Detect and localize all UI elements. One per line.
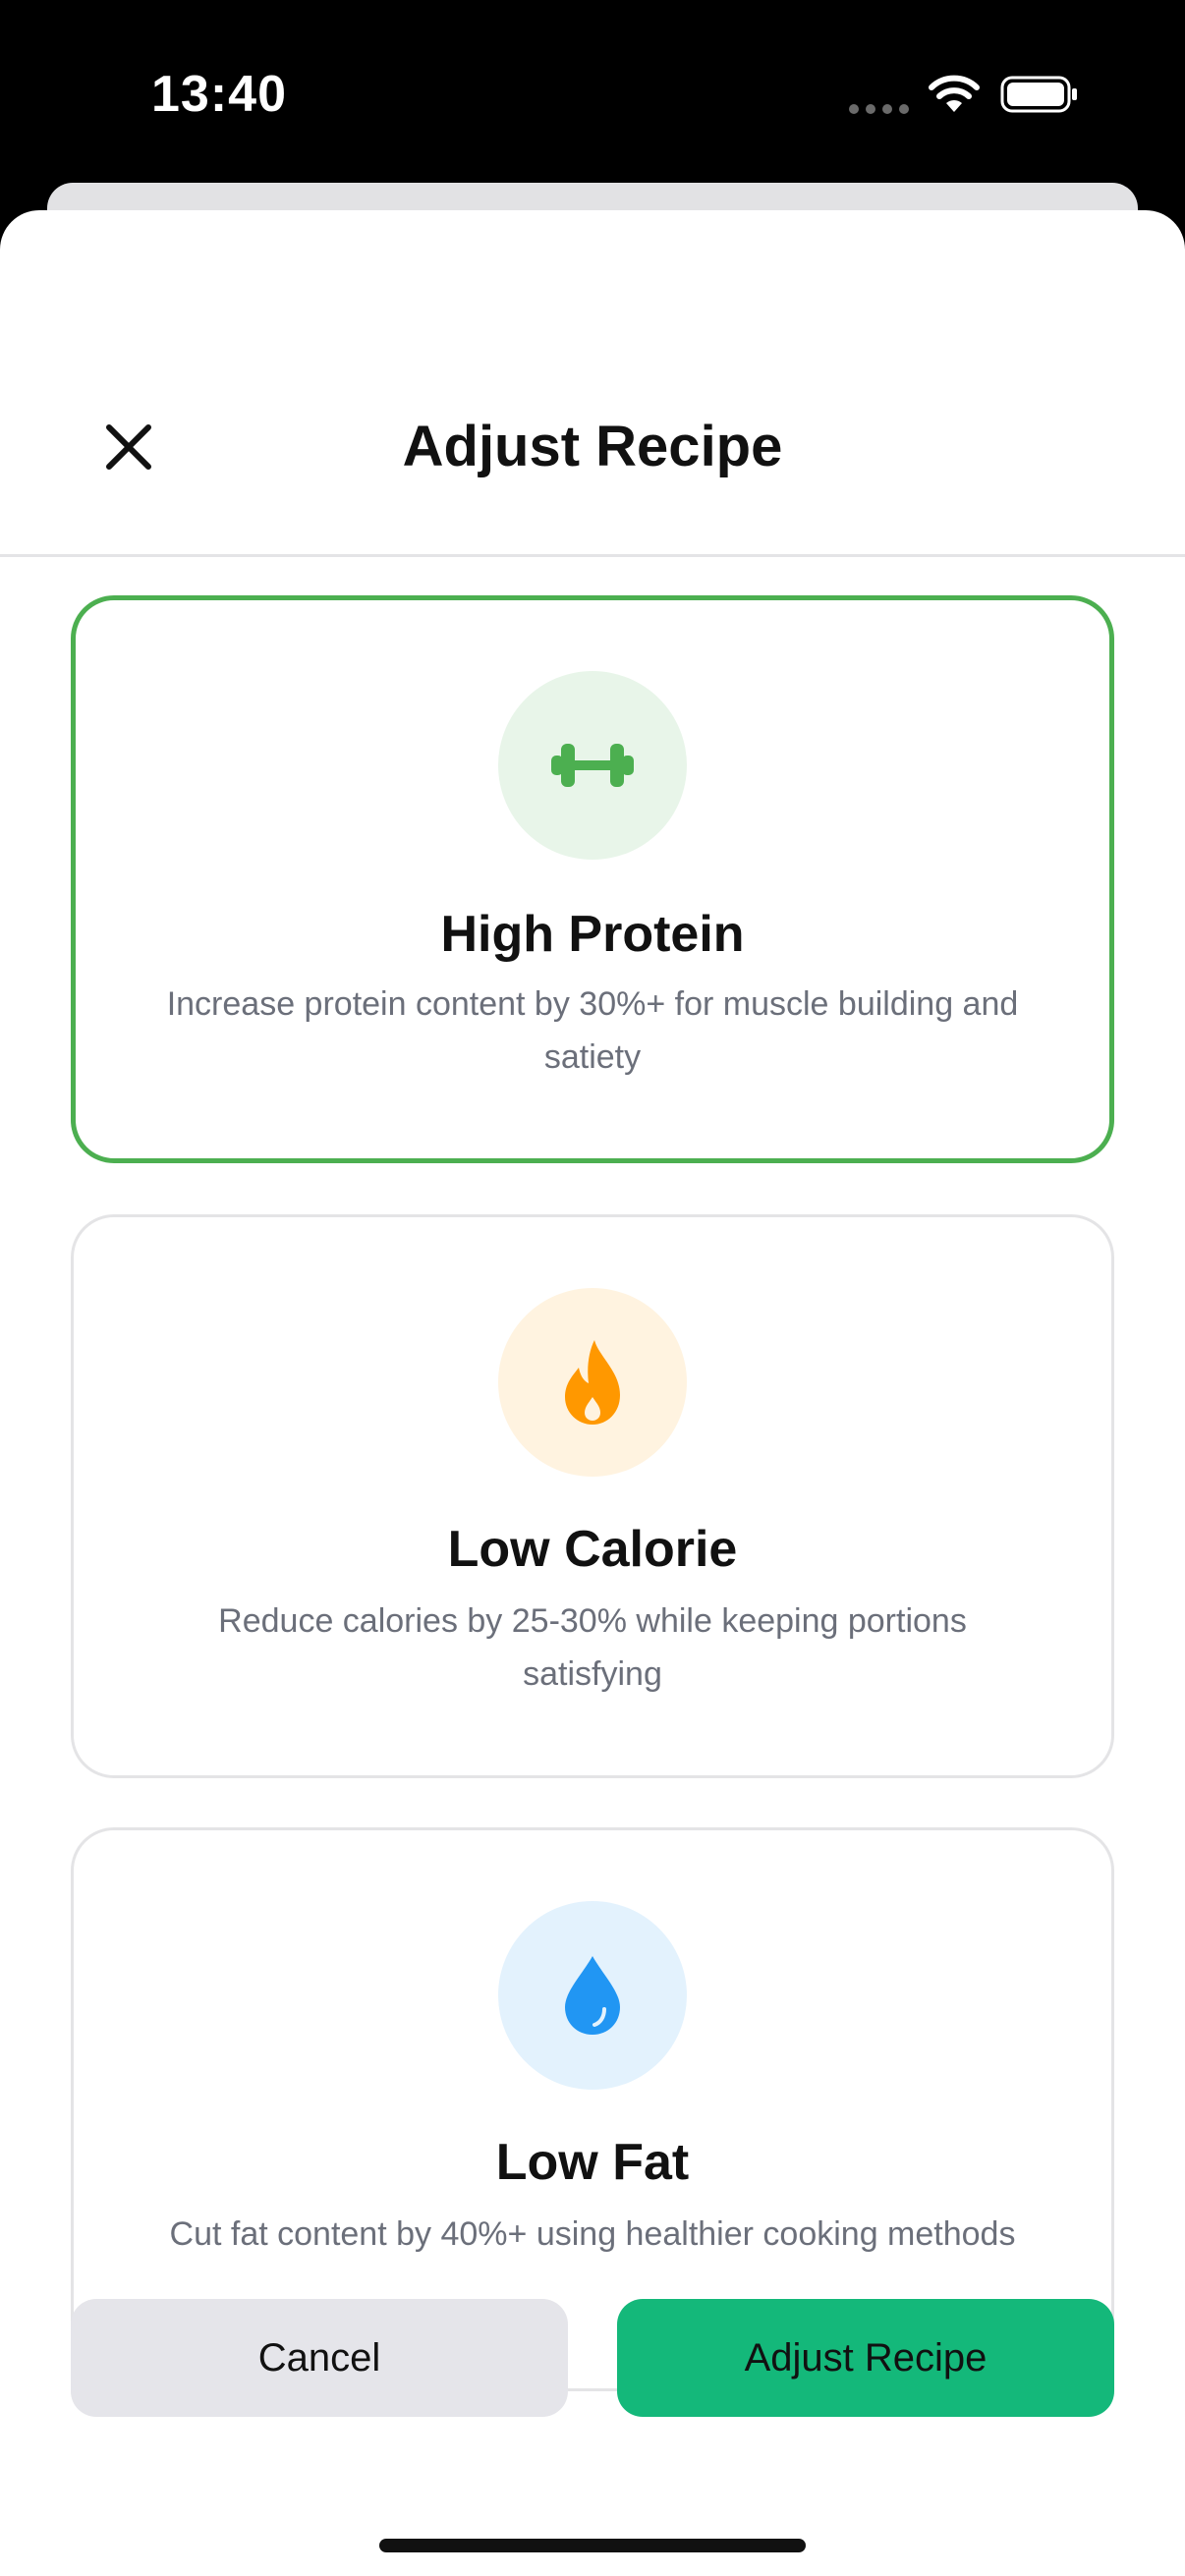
option-title: Low Fat [495,2134,690,2191]
sheet-title: Adjust Recipe [402,415,783,478]
home-indicator [379,2539,806,2552]
battery-icon [1000,76,1077,113]
status-time: 13:40 [151,66,287,123]
cellular-signal-icon [849,104,910,114]
header-divider [0,554,1185,557]
cancel-button[interactable]: Cancel [71,2299,568,2417]
water-drop-icon [565,1956,620,2035]
option-description: Cut fat content by 40%+ using healthier … [169,2215,1016,2253]
status-bar: 13:40 [0,0,1185,187]
dumbbell-icon-badge [498,671,687,860]
option-title: Low Calorie [447,1521,738,1578]
dumbbell-icon [551,744,634,787]
flame-icon-badge [498,1288,687,1477]
flame-icon [565,1340,620,1425]
wifi-icon [929,75,980,112]
adjust-recipe-sheet: Adjust Recipe High Protein Increase prot… [0,210,1185,2576]
option-high-protein[interactable]: High Protein Increase protein content by… [71,595,1114,1163]
option-low-calorie[interactable]: Low Calorie Reduce calories by 25-30% wh… [71,1214,1114,1778]
water-drop-icon-badge [498,1901,687,2090]
option-description: Reduce calories by 25-30% while keeping … [218,1602,967,1693]
option-title: High Protein [440,906,745,963]
adjust-recipe-button[interactable]: Adjust Recipe [617,2299,1114,2417]
option-description: Increase protein content by 30%+ for mus… [166,985,1019,1076]
